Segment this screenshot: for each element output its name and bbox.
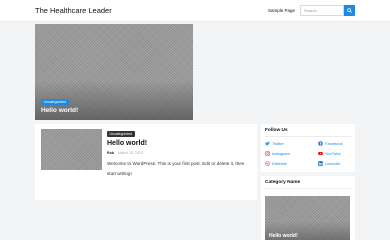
widget-divider xyxy=(265,188,351,189)
social-link-facebook[interactable]: Facebook xyxy=(318,141,343,146)
post-title[interactable]: Hello world! xyxy=(107,140,147,147)
social-label: YouTube xyxy=(325,151,341,156)
hero-category-badge[interactable]: Uncategorized xyxy=(41,99,69,106)
post-category-badge[interactable]: Uncategorized xyxy=(107,131,135,138)
site-title[interactable]: The Healthcare Leader xyxy=(35,6,112,15)
linkedin-icon xyxy=(318,161,323,166)
facebook-icon xyxy=(318,141,323,146)
widget-title-follow: Follow Us xyxy=(265,128,288,133)
social-label: Facebook xyxy=(325,141,343,146)
social-link-twitter[interactable]: Twitter xyxy=(265,141,284,146)
youtube-icon xyxy=(318,152,323,155)
social-label: Twitter xyxy=(272,141,284,146)
social-label: Dribbble xyxy=(272,161,287,166)
nav-sample-page[interactable]: Sample Page xyxy=(268,8,295,13)
widget-divider xyxy=(265,136,351,137)
site-header: The Healthcare Leader Sample Page xyxy=(0,0,390,22)
search-input[interactable] xyxy=(300,5,344,16)
social-link-youtube[interactable]: YouTube xyxy=(318,151,341,156)
category-post-title[interactable]: Hello world! xyxy=(269,233,298,239)
post-author[interactable]: Rob xyxy=(107,151,114,155)
search-icon xyxy=(347,8,352,13)
featured-post-image[interactable] xyxy=(35,24,193,120)
instagram-icon xyxy=(265,151,270,156)
widget-title-category: Category Name xyxy=(265,180,301,185)
post-date: March 15, 2023 xyxy=(118,151,143,155)
social-label: LinkedIn xyxy=(325,161,341,166)
social-link-linkedin[interactable]: LinkedIn xyxy=(318,161,340,166)
social-link-instagram[interactable]: Instagram xyxy=(265,151,290,156)
hero-post-title[interactable]: Hello world! xyxy=(41,107,78,114)
dribbble-icon xyxy=(265,161,270,166)
social-link-dribbble[interactable]: Dribbble xyxy=(265,161,287,166)
twitter-icon xyxy=(265,141,270,146)
search-button[interactable] xyxy=(344,5,355,16)
post-thumbnail[interactable] xyxy=(41,129,102,170)
social-label: Instagram xyxy=(272,151,290,156)
post-excerpt: Welcome to WordPress. This is your first… xyxy=(107,161,245,176)
